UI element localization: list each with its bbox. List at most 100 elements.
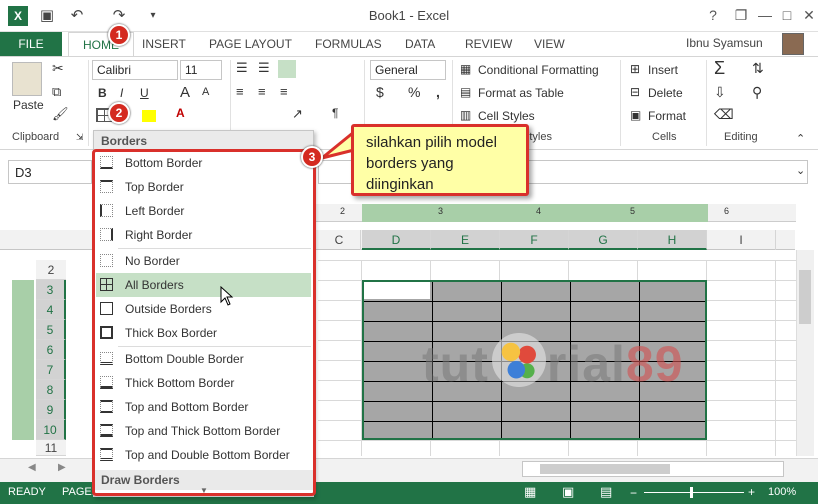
menu-item-all-borders[interactable]: All Borders [96,273,311,297]
expand-formula-bar-icon[interactable]: ⌄ [796,164,805,177]
save-icon[interactable]: ▣ [36,6,58,26]
align-right-icon[interactable]: ≡ [280,84,288,99]
paste-button[interactable]: Paste [13,98,44,112]
menu-item-outside-borders[interactable]: Outside Borders [96,297,311,321]
row-header[interactable]: 10 [36,420,66,440]
ribbon-display-options-button[interactable]: ❐ [728,4,754,26]
bold-button[interactable]: B [98,86,107,100]
avatar[interactable] [782,33,804,55]
menu-item-thick-bottom-border[interactable]: Thick Bottom Border [96,371,311,395]
orientation-icon[interactable]: ↗ [292,106,303,122]
format-cells-button[interactable]: Format [648,109,686,123]
font-name-box[interactable]: Calibri [92,60,178,80]
row-header[interactable]: 3 [36,280,66,300]
currency-button[interactable]: $ [376,84,384,100]
zoom-slider-thumb[interactable] [690,487,693,498]
clipboard-launcher-icon[interactable]: ⇲ [76,132,84,143]
page-break-view-icon[interactable]: ▤ [600,484,612,500]
format-as-table-button[interactable]: Format as Table [478,86,564,100]
align-bottom-icon[interactable] [278,60,296,78]
menu-item-bottom-double-border[interactable]: Bottom Double Border [96,347,311,371]
column-header-h[interactable]: H [638,230,707,250]
column-header-i[interactable]: I [707,230,776,250]
row-header[interactable]: 5 [36,320,66,340]
scroll-sheet-right-icon[interactable]: ▶ [58,462,66,473]
format-painter-icon[interactable]: 🖌 [52,106,69,122]
tab-review[interactable]: REVIEW [465,32,512,56]
customize-qat-icon[interactable]: ▾ [142,6,164,26]
scroll-sheet-left-icon[interactable]: ◀ [28,462,36,473]
tab-insert[interactable]: INSERT [142,32,186,56]
underline-button[interactable]: U [140,86,149,100]
normal-view-icon[interactable]: ▦ [524,484,536,500]
collapse-ribbon-icon[interactable]: ⌃ [796,132,805,145]
row-header[interactable]: 4 [36,300,66,320]
align-left-icon[interactable]: ≡ [236,84,244,99]
active-cell[interactable] [364,282,430,299]
cell-styles-button[interactable]: Cell Styles [478,109,535,123]
column-header-g[interactable]: G [569,230,638,250]
percent-button[interactable]: % [408,84,420,100]
align-middle-icon[interactable]: ☰ [258,60,270,76]
menu-item-top-and-bottom-border[interactable]: Top and Bottom Border [96,395,311,419]
delete-cells-button[interactable]: Delete [648,86,683,100]
fill-color-icon[interactable] [142,110,156,122]
column-header-c[interactable]: C [318,230,361,250]
column-header-e[interactable]: E [431,230,500,250]
user-name[interactable]: Ibnu Syamsun [686,36,763,50]
italic-button[interactable]: I [120,86,123,100]
menu-item-bottom-border[interactable]: Bottom Border [96,151,311,175]
zoom-in-icon[interactable]: + [748,485,755,499]
help-button[interactable]: ? [700,4,726,26]
find-select-icon[interactable]: ⚲ [752,84,762,101]
insert-cells-button[interactable]: Insert [648,63,678,77]
number-format-box[interactable]: General [370,60,446,80]
column-header-f[interactable]: F [500,230,569,250]
undo-icon[interactable]: ↶ [66,6,88,26]
comma-button[interactable]: , [436,84,440,100]
align-top-icon[interactable]: ☰ [236,60,248,76]
row-header[interactable]: 6 [36,340,66,360]
grow-font-button[interactable]: A [180,84,190,101]
zoom-slider[interactable] [644,492,744,493]
font-size-box[interactable]: 11 [180,60,222,80]
menu-item-no-border[interactable]: No Border [96,249,311,273]
menu-item-top-border[interactable]: Top Border [96,175,311,199]
menu-item-top-and-double-bottom-border[interactable]: Top and Double Bottom Border [96,443,311,467]
horizontal-scroll-thumb[interactable] [540,464,670,474]
row-header[interactable]: 8 [36,380,66,400]
name-box[interactable]: D3 [8,160,92,184]
page-layout-view-icon[interactable]: ▣ [562,484,574,500]
copy-icon[interactable]: ⧉ [52,84,61,100]
menu-item-left-border[interactable]: Left Border [96,199,311,223]
zoom-level[interactable]: 100% [768,486,796,498]
conditional-formatting-button[interactable]: Conditional Formatting [478,63,599,77]
align-center-icon[interactable]: ≡ [258,84,266,99]
row-header[interactable]: 9 [36,400,66,420]
menu-item-thick-box-border[interactable]: Thick Box Border [96,321,311,345]
indent-icon[interactable]: ¶ [332,106,338,120]
tab-data[interactable]: DATA [405,32,435,56]
row-header[interactable]: 11 [36,440,66,456]
column-header-d[interactable]: D [362,230,431,250]
vertical-scroll-thumb[interactable] [799,270,811,324]
close-button[interactable]: ✕ [796,4,818,26]
redo-icon[interactable]: ↷ [108,6,130,26]
tab-formulas[interactable]: FORMULAS [315,32,382,56]
tab-page-layout[interactable]: PAGE LAYOUT [209,32,292,56]
row-header[interactable]: 7 [36,360,66,380]
zoom-out-icon[interactable]: − [630,486,637,500]
menu-scroll-down-icon[interactable]: ▼ [200,486,208,495]
tab-view[interactable]: VIEW [534,32,565,56]
sort-filter-icon[interactable]: ⇅ [752,60,764,77]
clear-icon[interactable]: ⌫ [714,106,734,123]
tab-file[interactable]: FILE [0,32,62,56]
row-header[interactable]: 2 [36,260,66,280]
menu-item-right-border[interactable]: Right Border [96,223,311,247]
cut-icon[interactable]: ✂ [52,60,64,77]
menu-item-top-and-thick-bottom-border[interactable]: Top and Thick Bottom Border [96,419,311,443]
fill-icon[interactable]: ⇩ [714,84,726,101]
shrink-font-button[interactable]: A [202,86,209,98]
autosum-icon[interactable]: Σ [714,58,725,79]
paste-icon[interactable] [12,62,42,96]
